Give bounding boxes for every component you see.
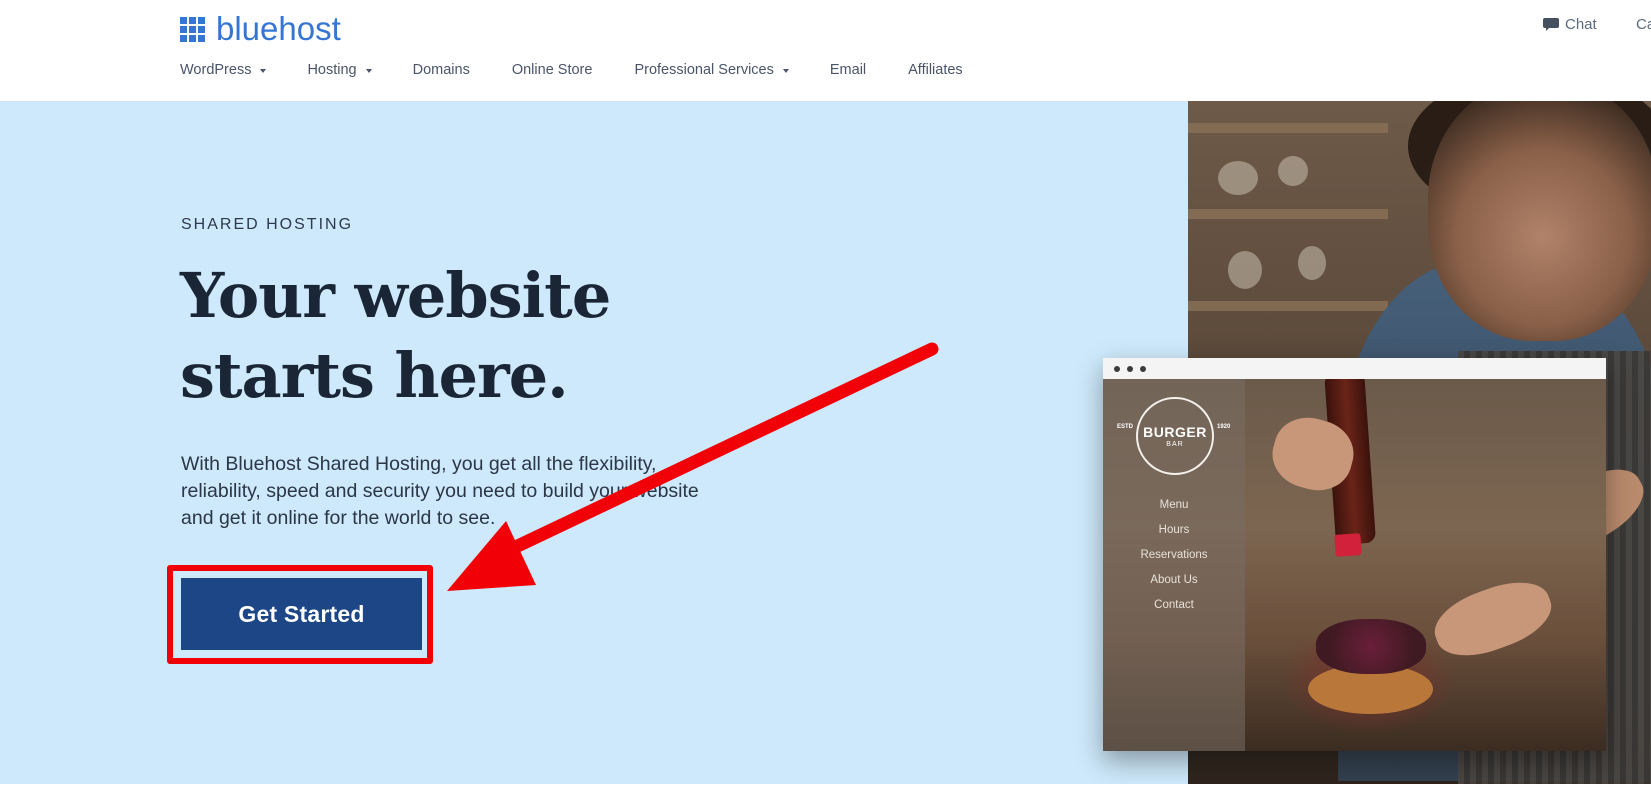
badge-estd: ESTD [1117, 424, 1134, 430]
mockup-menu: Menu Hours Reservations About Us Contact [1103, 493, 1245, 618]
chevron-down-icon [260, 68, 267, 73]
nav-item-label: Affiliates [908, 62, 963, 78]
mockup-titlebar [1103, 358, 1606, 379]
mockup-screen: BURGER BAR ESTD 1920 Menu Hours Reservat… [1103, 379, 1606, 751]
mockup-menu-item: Hours [1158, 524, 1190, 536]
nav-item-wordpress[interactable]: WordPress [180, 62, 267, 78]
get-started-button[interactable]: Get Started [181, 578, 422, 650]
chevron-down-icon [782, 68, 789, 73]
nav-item-online-store[interactable]: Online Store [512, 62, 593, 78]
mockup-sidebar: BURGER BAR ESTD 1920 Menu Hours Reservat… [1103, 379, 1245, 751]
chat-link[interactable]: Chat [1543, 16, 1597, 33]
call-link[interactable]: Ca [1636, 16, 1651, 33]
window-dot-icon [1114, 366, 1120, 372]
nav-item-hosting[interactable]: Hosting [307, 62, 372, 78]
main-nav: WordPress Hosting Domains Online Store P… [180, 62, 963, 78]
nav-item-label: Hosting [307, 62, 357, 78]
badge-title: BURGER [1143, 424, 1207, 440]
logo-grid-icon [180, 16, 205, 42]
nav-item-professional-services[interactable]: Professional Services [634, 62, 789, 78]
nav-item-label: Online Store [511, 62, 593, 78]
mockup-menu-item: Contact [1154, 599, 1194, 611]
nav-item-label: Professional Services [634, 62, 774, 78]
chevron-down-icon [365, 68, 372, 73]
hero-section: SHARED HOSTING Your website starts here.… [0, 101, 1651, 784]
window-dot-icon [1140, 366, 1146, 372]
mockup-menu-item: Reservations [1140, 549, 1208, 561]
chat-icon [1543, 17, 1559, 32]
nav-item-affiliates[interactable]: Affiliates [908, 62, 963, 78]
nav-item-domains[interactable]: Domains [413, 62, 470, 78]
chat-label: Chat [1565, 16, 1597, 33]
website-mockup: BURGER BAR ESTD 1920 Menu Hours Reservat… [1103, 358, 1606, 751]
site-header: bluehost Chat Ca WordPress Hosting Domai… [0, 0, 1651, 101]
nav-item-label: WordPress [180, 62, 252, 78]
badge-year: 1920 [1217, 424, 1231, 430]
burger-bar-logo: BURGER BAR [1136, 397, 1214, 475]
badge-subtitle: BAR [1166, 441, 1184, 448]
hero-subtext: With Bluehost Shared Hosting, you get al… [181, 453, 699, 529]
logo-wordmark: bluehost [216, 10, 341, 47]
bluehost-logo[interactable]: bluehost [180, 10, 341, 47]
mockup-menu-item: Menu [1159, 499, 1189, 511]
mockup-menu-item: About Us [1150, 574, 1198, 586]
hero-eyebrow: SHARED HOSTING [181, 216, 354, 233]
nav-item-email[interactable]: Email [830, 62, 866, 78]
hero-headline: Your website starts here. [180, 259, 611, 412]
nav-item-label: Email [829, 62, 867, 78]
window-dot-icon [1127, 366, 1133, 372]
nav-item-label: Domains [412, 62, 470, 78]
